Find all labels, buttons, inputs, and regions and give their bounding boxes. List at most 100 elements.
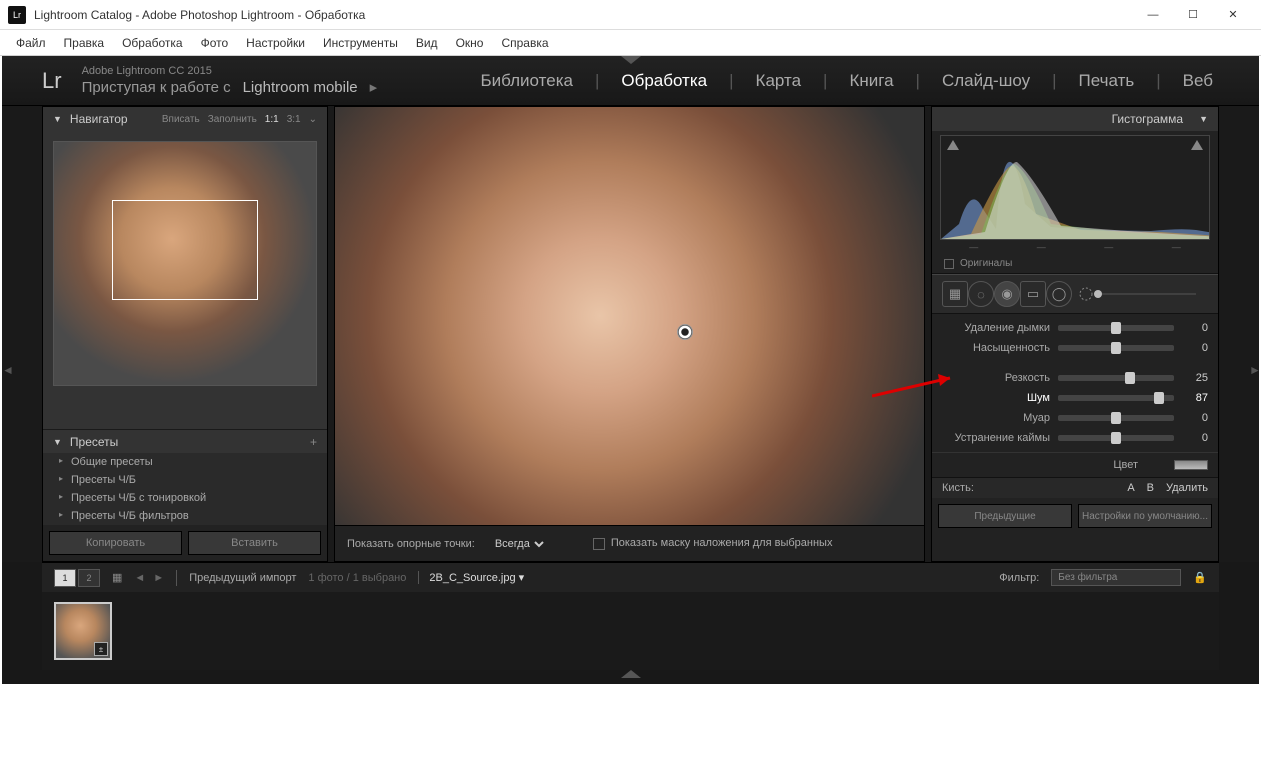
brush-delete-button[interactable]: Удалить	[1166, 482, 1208, 494]
navigator-viewport[interactable]	[112, 200, 258, 300]
adjustment-pin[interactable]	[677, 324, 693, 340]
paste-button[interactable]: Вставить	[188, 531, 321, 555]
filter-lock-icon[interactable]: 🔒	[1193, 571, 1207, 584]
presets-header[interactable]: ▼ Пресеты +	[43, 429, 327, 453]
highlight-clip-icon[interactable]	[1191, 140, 1203, 150]
navigator-preview[interactable]	[43, 131, 327, 429]
brush-tool[interactable]	[1076, 281, 1208, 307]
window-title: Lightroom Catalog - Adobe Photoshop Ligh…	[34, 8, 1133, 22]
close-button[interactable]: ✕	[1213, 1, 1253, 29]
filename-label[interactable]: 2B_C_Source.jpg ▾	[418, 571, 524, 584]
zoom-3-1[interactable]: 3:1	[287, 114, 301, 125]
tab-slideshow[interactable]: Слайд-шоу	[936, 71, 1036, 91]
shadow-clip-icon[interactable]	[947, 140, 959, 150]
main-image-view[interactable]	[334, 106, 925, 526]
chevron-right-icon[interactable]: ▸	[370, 78, 378, 98]
slider-track[interactable]	[1058, 375, 1174, 381]
slider-label: Резкость	[942, 372, 1050, 384]
left-panel-toggle-icon[interactable]: ◄	[2, 363, 14, 377]
preset-list: Общие пресеты Пресеты Ч/Б Пресеты Ч/Б с …	[43, 453, 327, 525]
filmstrip-thumb[interactable]: ±	[54, 602, 112, 660]
menu-window[interactable]: Окно	[448, 34, 492, 52]
menu-file[interactable]: Файл	[8, 34, 54, 52]
menu-edit[interactable]: Правка	[56, 34, 113, 52]
mobile-prefix: Приступая к работе с	[82, 78, 231, 98]
histogram-display[interactable]	[940, 135, 1210, 240]
menu-view[interactable]: Вид	[408, 34, 446, 52]
slider-track[interactable]	[1058, 345, 1174, 351]
copy-button[interactable]: Копировать	[49, 531, 182, 555]
prev-photo-button[interactable]: ◄	[134, 572, 145, 584]
menu-help[interactable]: Справка	[493, 34, 556, 52]
menu-photo[interactable]: Фото	[193, 34, 237, 52]
zoom-1-1[interactable]: 1:1	[265, 114, 279, 125]
right-panel-toggle-icon[interactable]: ►	[1249, 363, 1261, 377]
color-swatch[interactable]	[1174, 460, 1208, 470]
tab-print[interactable]: Печать	[1073, 71, 1141, 91]
slider-Удаление дымки: Удаление дымки 0	[942, 318, 1208, 338]
zoom-fit[interactable]: Вписать	[162, 114, 200, 125]
breadcrumb-source[interactable]: Предыдущий импорт	[189, 572, 296, 584]
menu-settings[interactable]: Настройки	[238, 34, 313, 52]
radial-filter-tool[interactable]: ◯	[1046, 281, 1072, 307]
checkbox-icon[interactable]	[944, 259, 954, 269]
slider-track[interactable]	[1058, 395, 1174, 401]
add-preset-icon[interactable]: +	[310, 435, 317, 449]
collapse-top-icon[interactable]	[621, 56, 641, 64]
navigator-title: Навигатор	[70, 112, 128, 126]
filter-select[interactable]: Без фильтра	[1051, 569, 1181, 586]
slider-Насыщенность: Насыщенность0	[942, 338, 1208, 358]
zoom-more-icon[interactable]: ⌄	[309, 114, 317, 125]
tab-book[interactable]: Книга	[843, 71, 899, 91]
show-pins-select[interactable]: Всегда	[491, 537, 547, 551]
crop-tool[interactable]: ▦	[942, 281, 968, 307]
next-photo-button[interactable]: ►	[153, 572, 164, 584]
tool-strip: ▦ ◌ ◉ ▭ ◯	[932, 274, 1218, 314]
show-pins-label: Показать опорные точки:	[347, 538, 475, 550]
menu-tools[interactable]: Инструменты	[315, 34, 406, 52]
slider-label: Удаление дымки	[942, 322, 1050, 334]
app-icon: Lr	[8, 6, 26, 24]
zoom-fill[interactable]: Заполнить	[208, 114, 257, 125]
minimize-button[interactable]: —	[1133, 1, 1173, 29]
reset-defaults-button[interactable]: Настройки по умолчанию...	[1078, 504, 1212, 528]
preset-folder[interactable]: Пресеты Ч/Б с тонировкой	[43, 489, 327, 507]
slider-value: 0	[1182, 322, 1208, 334]
tab-develop[interactable]: Обработка	[615, 71, 713, 91]
preset-folder[interactable]: Пресеты Ч/Б фильтров	[43, 507, 327, 525]
view-single-button[interactable]: 1	[54, 569, 76, 587]
mask-overlay-checkbox[interactable]	[593, 538, 605, 550]
slider-track[interactable]	[1058, 435, 1174, 441]
brush-b-button[interactable]: B	[1147, 482, 1154, 494]
navigator-header[interactable]: ▼ Навигатор Вписать Заполнить 1:1 3:1 ⌄	[43, 107, 327, 131]
tab-library[interactable]: Библиотека	[475, 71, 579, 91]
slider-track[interactable]	[1058, 325, 1174, 331]
tab-web[interactable]: Веб	[1177, 71, 1219, 91]
maximize-button[interactable]: ☐	[1173, 1, 1213, 29]
slider-value: 87	[1182, 392, 1208, 404]
brush-a-button[interactable]: A	[1127, 482, 1134, 494]
preset-folder[interactable]: Общие пресеты	[43, 453, 327, 471]
slider-value: 25	[1182, 372, 1208, 384]
slider-Муар: Муар0	[942, 408, 1208, 428]
preset-folder[interactable]: Пресеты Ч/Б	[43, 471, 327, 489]
redeye-tool[interactable]: ◉	[994, 281, 1020, 307]
view-compare-button[interactable]: 2	[78, 569, 100, 587]
previous-button[interactable]: Предыдущие	[938, 504, 1072, 528]
mobile-link[interactable]: Lightroom mobile	[243, 78, 358, 98]
grid-icon[interactable]: ▦	[112, 571, 122, 584]
slider-track[interactable]	[1058, 415, 1174, 421]
slider-Устранение каймы: Устранение каймы0	[942, 428, 1208, 448]
develop-badge-icon: ±	[94, 642, 108, 656]
photo-count: 1 фото / 1 выбрано	[308, 572, 406, 584]
originals-label: Оригиналы	[960, 258, 1012, 269]
histogram-readout: ————	[932, 240, 1218, 254]
graduated-filter-tool[interactable]: ▭	[1020, 281, 1046, 307]
slider-label: Насыщенность	[942, 342, 1050, 354]
tab-map[interactable]: Карта	[750, 71, 808, 91]
collapse-bottom[interactable]	[2, 670, 1259, 684]
brush-label: Кисть:	[942, 482, 974, 494]
histogram-header[interactable]: Гистограмма ▼	[932, 107, 1218, 131]
spot-tool[interactable]: ◌	[968, 281, 994, 307]
menu-develop[interactable]: Обработка	[114, 34, 191, 52]
